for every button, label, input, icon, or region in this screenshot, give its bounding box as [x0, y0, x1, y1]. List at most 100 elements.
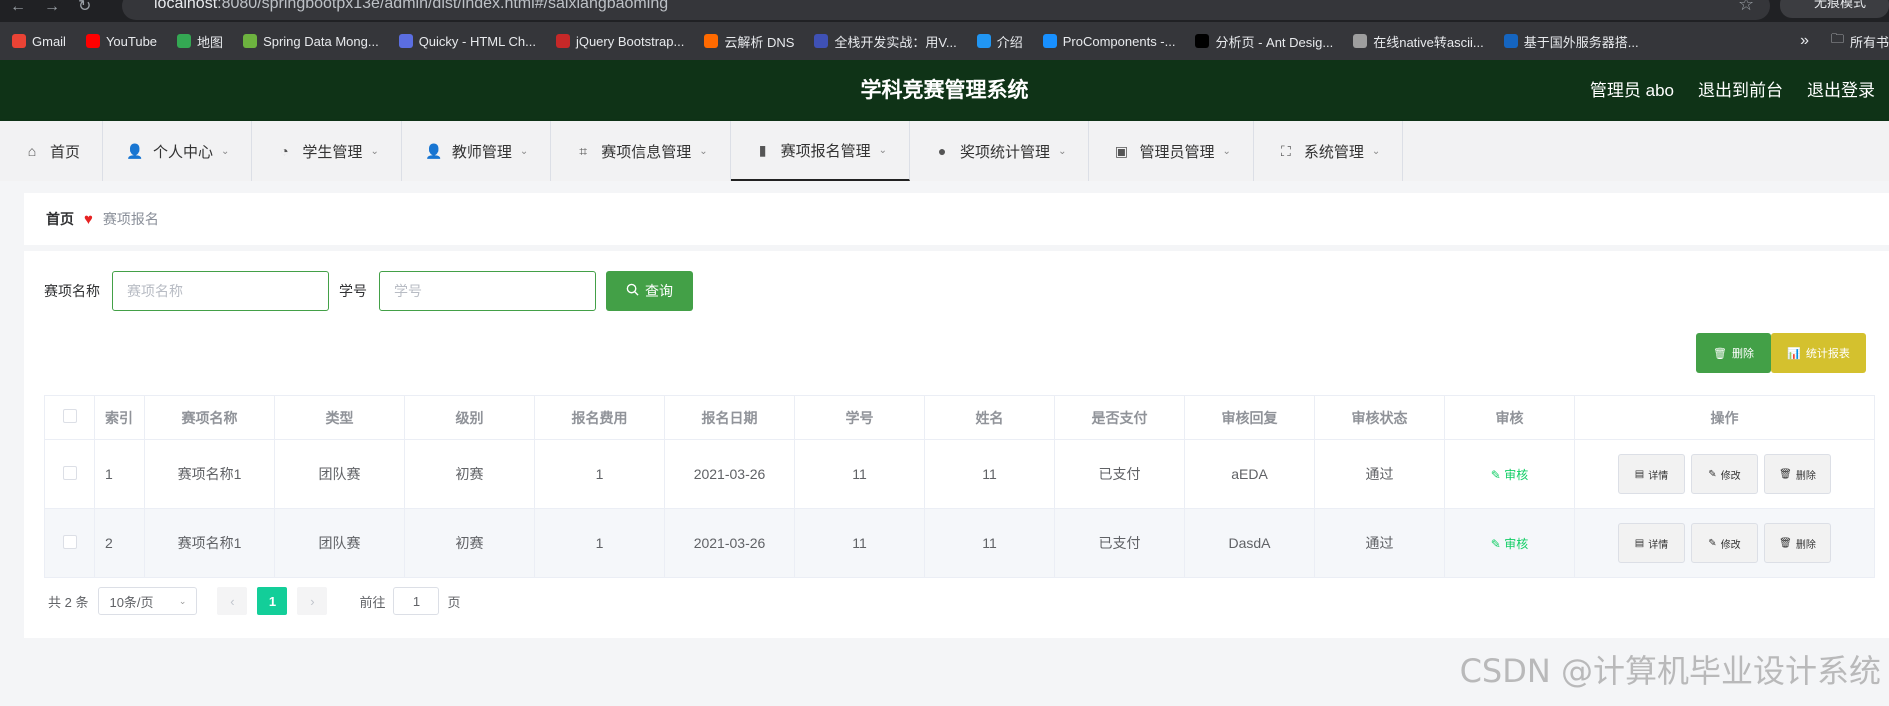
- bookmark-item[interactable]: Gmail: [12, 34, 66, 49]
- delete-button[interactable]: 🗑 删除: [1764, 454, 1831, 494]
- trash-icon: 🗑: [1779, 537, 1792, 549]
- bookmark-item[interactable]: 分析页 - Ant Desig...: [1195, 32, 1333, 51]
- breadcrumb-current: 赛项报名: [102, 211, 159, 227]
- bookmark-item[interactable]: 云解析 DNS: [704, 32, 794, 51]
- breadcrumb: 首页 ♥ 赛项报名: [24, 193, 1889, 245]
- row-checkbox[interactable]: [62, 465, 77, 480]
- column-header: 审核回复: [1184, 395, 1315, 440]
- bookmark-label: 云解析 DNS: [724, 34, 795, 50]
- audit-link[interactable]: ✎ 审核: [1491, 468, 1528, 482]
- page-size-select[interactable]: 10条/页 ⌄: [98, 587, 198, 615]
- document-icon: ▤: [1634, 468, 1645, 480]
- menu-item-6[interactable]: ● 奖项统计管理 ⌄: [910, 121, 1090, 181]
- cell-date: 2021-03-26: [664, 508, 795, 578]
- user-icon: 👤: [126, 142, 144, 159]
- current-user: 管理员 abo: [1589, 81, 1674, 100]
- bookmark-item[interactable]: 全栈开发实战：用V...: [814, 32, 957, 51]
- column-header: 学号: [794, 395, 925, 440]
- menu-item-0[interactable]: ⌂ 首页: [0, 121, 104, 181]
- name-search-input[interactable]: [112, 271, 329, 311]
- edit-button[interactable]: ✎ 修改: [1691, 523, 1758, 563]
- menu-item-3[interactable]: 👤 教师管理 ⌄: [402, 121, 552, 181]
- current-page-button[interactable]: 1: [257, 587, 288, 615]
- prev-page-button[interactable]: ‹: [217, 587, 248, 615]
- query-label: 查询: [645, 283, 673, 299]
- cell-status: 通过: [1314, 508, 1445, 578]
- home-icon: ⌂: [27, 143, 37, 159]
- logout-link[interactable]: 退出登录: [1807, 60, 1875, 121]
- bookmark-item[interactable]: 地图: [177, 32, 223, 51]
- menu-item-8[interactable]: ⛶ 系统管理 ⌄: [1254, 121, 1404, 181]
- trash-icon: 🗑: [1779, 468, 1792, 480]
- chevron-down-icon: ⌄: [221, 145, 230, 157]
- url-host: localhost: [154, 0, 218, 12]
- stats-report-button[interactable]: 📊 统计报表: [1771, 333, 1866, 373]
- bookmark-favicon-icon: [398, 34, 413, 48]
- menu-item-4[interactable]: ⌗ 赛项信息管理 ⌄: [551, 121, 731, 181]
- cell-student-name: 11: [924, 439, 1055, 509]
- search-icon: [626, 283, 639, 299]
- all-bookmarks-link[interactable]: 所有书: [1850, 32, 1889, 51]
- bookmark-item[interactable]: 介绍: [976, 32, 1023, 51]
- bookmark-label: ProComponents -...: [1062, 33, 1176, 49]
- bookmark-favicon-icon: [243, 34, 258, 48]
- menu-label: 系统管理: [1303, 143, 1364, 161]
- browser-nav-icons[interactable]: ←→↻: [10, 0, 109, 16]
- detail-button[interactable]: ▤ 详情: [1618, 523, 1685, 563]
- menu-item-2[interactable]: ◔ 学生管理 ⌄: [252, 121, 402, 181]
- breadcrumb-home[interactable]: 首页: [46, 209, 74, 229]
- audit-link[interactable]: ✎ 审核: [1491, 537, 1528, 551]
- row-checkbox[interactable]: [62, 534, 77, 549]
- bulk-delete-button[interactable]: 🗑 删除: [1696, 333, 1771, 373]
- bookmark-label: 全栈开发实战：用V...: [834, 34, 957, 50]
- address-bar[interactable]: localhost:8080/springbootpx13e/admin/dis…: [122, 0, 1770, 20]
- cell-student-id: 11: [794, 508, 925, 578]
- delete-label: 删除: [1795, 539, 1816, 551]
- folder-icon: 🗀: [1830, 31, 1844, 46]
- bookmark-favicon-icon: [814, 34, 829, 48]
- detail-button[interactable]: ▤ 详情: [1618, 454, 1685, 494]
- bookmark-item[interactable]: 基于国外服务器搭...: [1503, 32, 1639, 51]
- column-header: 操作: [1574, 395, 1875, 440]
- menu-label: 教师管理: [451, 143, 512, 161]
- id-search-input[interactable]: [379, 271, 596, 311]
- audit-label: 审核: [1504, 536, 1529, 551]
- bookmark-favicon-icon: [555, 34, 570, 48]
- bookmark-item[interactable]: 在线native转ascii...: [1353, 32, 1484, 51]
- watermark: CSDN @计算机毕业设计系统: [1459, 652, 1881, 690]
- query-button[interactable]: 查询: [606, 271, 693, 311]
- fullscreen-icon: ⛶: [1280, 142, 1291, 159]
- edit-button[interactable]: ✎ 修改: [1691, 454, 1758, 494]
- edit-icon: ✎: [1490, 467, 1505, 482]
- goto-page-input[interactable]: 1: [393, 587, 440, 615]
- bookmark-item[interactable]: YouTube: [85, 34, 157, 49]
- cell-status: 通过: [1314, 439, 1445, 509]
- browser-toolbar: ←→↻ localhost:8080/springbootpx13e/admin…: [0, 0, 1889, 22]
- cell-student-name: 11: [924, 508, 1055, 578]
- bookmark-item[interactable]: jQuery Bootstrap...: [555, 34, 684, 49]
- menu-item-7[interactable]: ▣ 管理员管理 ⌄: [1089, 121, 1254, 181]
- bookmark-item[interactable]: Quicky - HTML Ch...: [398, 34, 536, 49]
- bookmark-label: Gmail: [32, 33, 66, 49]
- select-all-checkbox[interactable]: [62, 409, 77, 423]
- edit-label: 修改: [1720, 539, 1741, 551]
- bookmarks-right: » 🗀 所有书: [1800, 22, 1889, 60]
- bookmark-item[interactable]: Spring Data Mong...: [243, 34, 379, 49]
- menu-item-1[interactable]: 👤 个人中心 ⌄: [103, 121, 253, 181]
- document-icon: ▤: [1634, 537, 1645, 549]
- front-link[interactable]: 退出到前台: [1698, 60, 1783, 121]
- delete-button[interactable]: 🗑 删除: [1764, 523, 1831, 563]
- cell-type: 团队赛: [274, 439, 405, 509]
- bookmark-item[interactable]: ProComponents -...: [1042, 33, 1176, 49]
- menu-item-5[interactable]: ▮ 赛项报名管理 ⌄: [730, 121, 911, 181]
- chevron-down-icon: ⌄: [1222, 145, 1231, 157]
- next-page-button[interactable]: ›: [297, 587, 328, 615]
- chevron-down-icon: ⌄: [878, 144, 888, 156]
- bookmarks-overflow-icon[interactable]: »: [1800, 32, 1809, 50]
- bookmark-star-icon[interactable]: ☆: [1738, 0, 1754, 15]
- select-all-cell: [44, 395, 95, 440]
- cell-name: 赛项名称1: [144, 439, 275, 509]
- pagination: 共 2 条 10条/页 ⌄ ‹ 1 › 前往 1 页: [48, 587, 461, 615]
- app-header: 学科竞赛管理系统 管理员 abo 退出到前台 退出登录: [0, 60, 1889, 121]
- incognito-badge[interactable]: 无痕模式: [1780, 0, 1889, 18]
